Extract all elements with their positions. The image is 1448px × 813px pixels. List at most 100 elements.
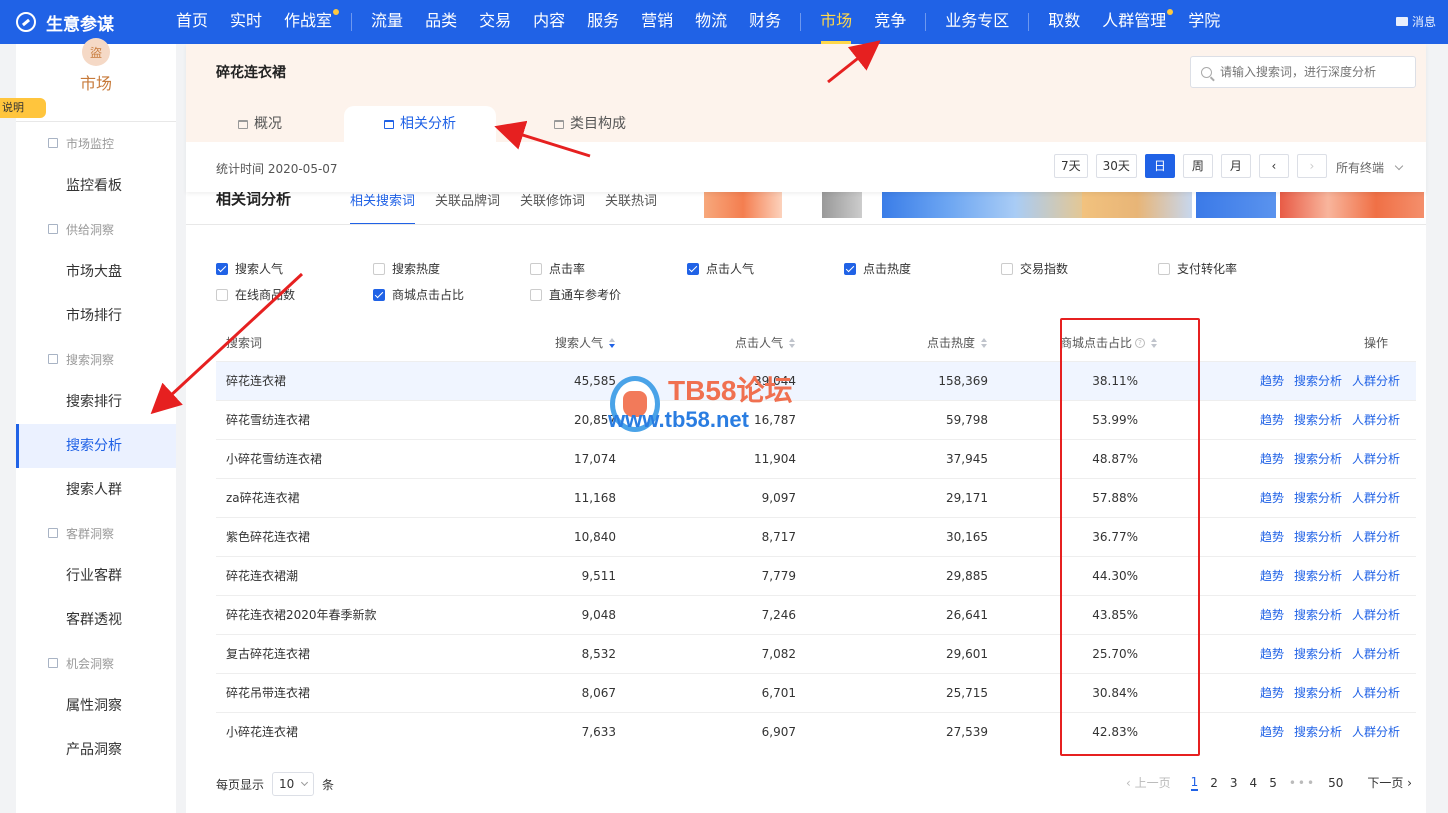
page-number[interactable]: 4 [1250, 776, 1258, 790]
checkbox-icon[interactable] [216, 288, 228, 301]
brand[interactable]: 生意参谋 [0, 10, 165, 35]
action-link[interactable]: 搜索分析 [1294, 569, 1342, 583]
sidebar-item[interactable]: 搜索人群 [16, 468, 176, 512]
nav-item[interactable]: 取数 [1037, 0, 1091, 44]
action-link[interactable]: 搜索分析 [1294, 647, 1342, 661]
checkbox-icon[interactable] [844, 262, 856, 275]
action-link[interactable]: 搜索分析 [1294, 725, 1342, 739]
nav-item[interactable]: 学院 [1177, 0, 1231, 44]
metric-checkbox[interactable]: 搜索人气 [216, 260, 283, 277]
action-link[interactable]: 趋势 [1260, 530, 1284, 544]
terminal-select[interactable]: 所有终端 [1336, 159, 1404, 176]
page-number[interactable]: 3 [1230, 776, 1238, 790]
metric-checkbox[interactable]: 在线商品数 [216, 286, 295, 303]
action-link[interactable]: 趋势 [1260, 374, 1284, 388]
sidebar-item[interactable]: 市场排行 [16, 294, 176, 338]
action-link[interactable]: 人群分析 [1352, 452, 1400, 466]
prev-page-button[interactable]: ‹ 上一页 [1126, 774, 1171, 791]
period-button[interactable]: 7天 [1054, 154, 1088, 178]
sort-icon[interactable] [981, 338, 988, 349]
sidebar-item[interactable]: 客群透视 [16, 598, 176, 642]
page-number[interactable]: 1 [1190, 775, 1199, 791]
sort-icon[interactable] [789, 338, 796, 349]
action-link[interactable]: 搜索分析 [1294, 608, 1342, 622]
action-link[interactable]: 搜索分析 [1294, 530, 1342, 544]
sidebar-item[interactable]: 市场大盘 [16, 250, 176, 294]
action-link[interactable]: 搜索分析 [1294, 374, 1342, 388]
metric-checkbox[interactable]: 搜索热度 [373, 260, 440, 277]
action-link[interactable]: 搜索分析 [1294, 491, 1342, 505]
nav-item[interactable]: 内容 [522, 0, 576, 44]
metric-checkbox[interactable]: 支付转化率 [1158, 260, 1237, 277]
page-number-last[interactable]: 50 [1328, 776, 1343, 790]
sidebar-item[interactable]: 搜索排行 [16, 380, 176, 424]
sidebar-item[interactable]: 属性洞察 [16, 684, 176, 728]
checkbox-icon[interactable] [216, 262, 228, 275]
action-link[interactable]: 人群分析 [1352, 725, 1400, 739]
nav-item[interactable]: 业务专区 [934, 0, 1020, 44]
nav-item[interactable]: 交易 [468, 0, 522, 44]
action-link[interactable]: 人群分析 [1352, 413, 1400, 427]
col-click-popularity[interactable]: 点击人气 [616, 324, 796, 361]
action-link[interactable]: 人群分析 [1352, 374, 1400, 388]
action-link[interactable]: 趋势 [1260, 569, 1284, 583]
nav-item[interactable]: 品类 [414, 0, 468, 44]
action-link[interactable]: 人群分析 [1352, 530, 1400, 544]
page-number[interactable]: 5 [1269, 776, 1277, 790]
tab-overview[interactable]: 概况 [238, 106, 282, 142]
next-page-button[interactable]: 下一页 › [1367, 774, 1412, 791]
action-link[interactable]: 人群分析 [1352, 491, 1400, 505]
nav-item[interactable]: 人群管理 [1091, 0, 1177, 44]
sub-tab[interactable]: 关联修饰词 [520, 190, 585, 225]
period-button[interactable]: › [1296, 154, 1327, 178]
checkbox-icon[interactable] [373, 288, 385, 301]
nav-item[interactable]: 作战室 [273, 0, 343, 44]
sidebar-item[interactable]: 产品洞察 [16, 728, 176, 772]
help-icon[interactable]: ? [1135, 338, 1145, 349]
col-mall-click-ratio[interactable]: 商城点击占比? [988, 324, 1174, 361]
checkbox-icon[interactable] [1158, 262, 1170, 275]
action-link[interactable]: 搜索分析 [1294, 686, 1342, 700]
nav-item[interactable]: 实时 [219, 0, 273, 44]
nav-item[interactable]: 财务 [738, 0, 792, 44]
message-button[interactable]: 消息 [1395, 13, 1436, 30]
nav-item[interactable]: 营销 [630, 0, 684, 44]
period-button[interactable]: ‹ [1258, 154, 1289, 178]
action-link[interactable]: 趋势 [1260, 452, 1284, 466]
nav-item[interactable]: 服务 [576, 0, 630, 44]
action-link[interactable]: 趋势 [1260, 686, 1284, 700]
sub-tab[interactable]: 相关搜索词 [350, 190, 416, 225]
action-link[interactable]: 人群分析 [1352, 608, 1400, 622]
metric-checkbox[interactable]: 商城点击占比 [373, 286, 464, 303]
period-button[interactable]: 月 [1220, 154, 1251, 178]
tab-related-analysis[interactable]: 相关分析 [344, 106, 496, 142]
sort-desc-icon[interactable] [609, 338, 616, 349]
explain-tab[interactable]: 说明 [0, 98, 46, 118]
sub-tab[interactable]: 关联热词 [605, 190, 657, 225]
metric-checkbox[interactable]: 点击率 [530, 260, 585, 277]
action-link[interactable]: 趋势 [1260, 413, 1284, 427]
period-button[interactable]: 周 [1182, 154, 1213, 178]
sidebar-item[interactable]: 搜索分析 [16, 424, 176, 468]
search-input[interactable] [1220, 65, 1400, 79]
search-box[interactable] [1190, 56, 1416, 88]
col-click-heat[interactable]: 点击热度 [796, 324, 988, 361]
action-link[interactable]: 搜索分析 [1294, 413, 1342, 427]
metric-checkbox[interactable]: 直通车参考价 [530, 286, 621, 303]
nav-item[interactable]: 物流 [684, 0, 738, 44]
action-link[interactable]: 搜索分析 [1294, 452, 1342, 466]
sub-tab[interactable]: 关联品牌词 [435, 190, 500, 225]
action-link[interactable]: 趋势 [1260, 647, 1284, 661]
action-link[interactable]: 趋势 [1260, 725, 1284, 739]
action-link[interactable]: 趋势 [1260, 608, 1284, 622]
checkbox-icon[interactable] [687, 262, 699, 275]
sort-icon[interactable] [1151, 338, 1158, 349]
checkbox-icon[interactable] [373, 262, 385, 275]
nav-item[interactable]: 竞争 [863, 0, 917, 44]
col-search-popularity[interactable]: 搜索人气 [416, 324, 616, 361]
checkbox-icon[interactable] [530, 288, 542, 301]
action-link[interactable]: 人群分析 [1352, 686, 1400, 700]
tab-category-composition[interactable]: 类目构成 [554, 106, 626, 142]
metric-checkbox[interactable]: 点击人气 [687, 260, 754, 277]
action-link[interactable]: 人群分析 [1352, 647, 1400, 661]
